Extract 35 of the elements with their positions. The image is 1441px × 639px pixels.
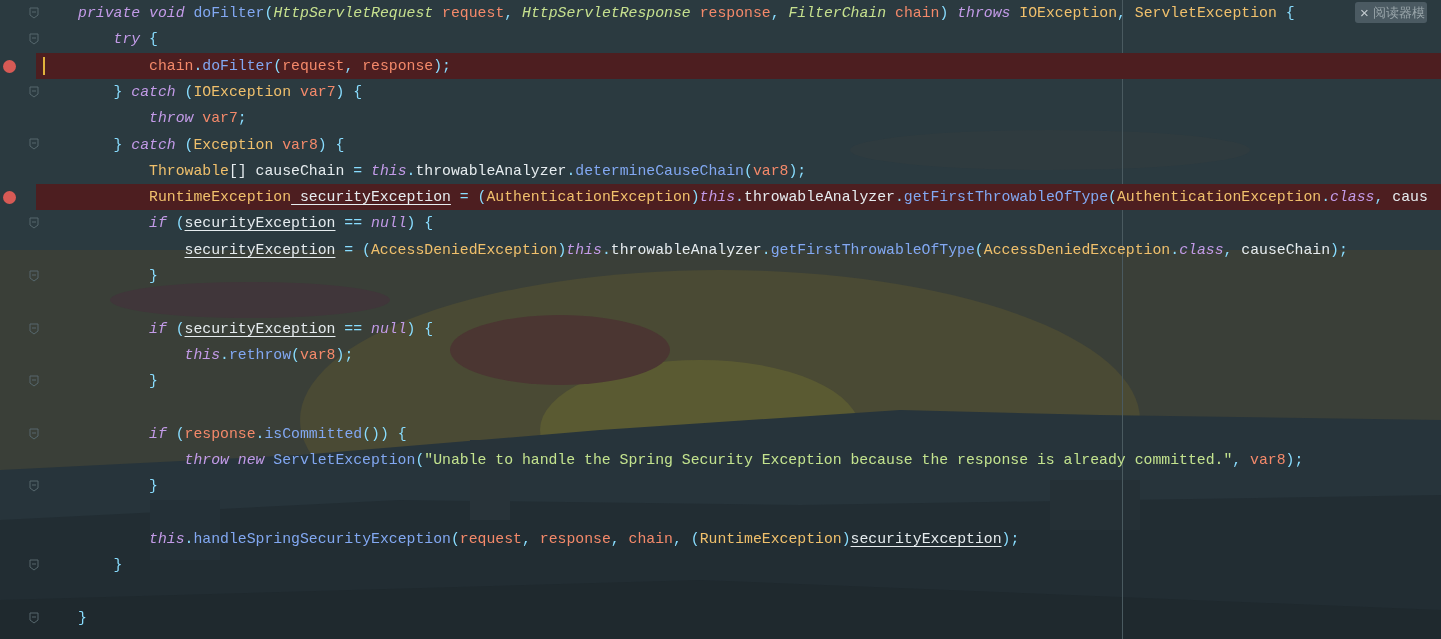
fold-icon[interactable] xyxy=(29,33,39,46)
code-line: chain.doFilter(request, response); xyxy=(149,56,451,76)
close-icon[interactable]: × xyxy=(1360,5,1369,20)
code-line: } xyxy=(149,267,158,286)
fold-icon[interactable] xyxy=(29,559,39,572)
code-line: this.rethrow(var8); xyxy=(184,345,354,365)
code-line: if (securityException == null) { xyxy=(149,319,434,339)
fold-icon[interactable] xyxy=(29,85,39,98)
code-line: } xyxy=(149,372,158,392)
code-line: } xyxy=(149,477,158,497)
reader-mode-badge[interactable]: × 阅读器模 xyxy=(1355,2,1427,23)
code-line: if (securityException == null) { xyxy=(149,214,434,234)
badge-label: 阅读器模 xyxy=(1372,6,1425,19)
fold-icon[interactable] xyxy=(29,7,39,19)
code-line: private void doFilter(HttpServletRequest request, HttpServletResponse response, FilterChain chain) throws IOException, ServletException { xyxy=(78,4,1295,24)
code-line: if (response.isCommitted()) { xyxy=(149,424,407,444)
fold-icon[interactable] xyxy=(29,611,39,624)
fold-icon[interactable] xyxy=(29,375,39,388)
code-line: throw var7; xyxy=(149,109,247,129)
code-line: securityException = (AccessDeniedException)this.throwableAnalyzer.getFirstThrowableOfType(AccessDeniedException.class, causeChain); xyxy=(184,240,1348,260)
code-line: } catch (Exception var8) { xyxy=(113,135,345,155)
fold-icon[interactable] xyxy=(29,269,39,282)
fold-icon[interactable] xyxy=(29,217,39,230)
code-line: try { xyxy=(113,30,158,50)
code-line: } xyxy=(113,556,123,576)
code-line: } catch (IOException var7) { xyxy=(113,82,363,102)
fold-icon[interactable] xyxy=(29,138,39,151)
code-line: Throwable[] causeChain = this.throwableAnalyzer.determineCauseChain(var8); xyxy=(149,161,807,181)
code-line: RuntimeException securityException = (AuthenticationException)this.throwableAnalyzer.getFirstThrowableOfType(AuthenticationException.class, caus xyxy=(149,188,1428,208)
fold-icon[interactable] xyxy=(29,322,39,335)
fold-icon[interactable] xyxy=(29,427,39,440)
code-line: throw new ServletException("Unable to handle the Spring Security Exception because the response is already committed.", var8); xyxy=(184,451,1304,471)
code-line: } xyxy=(78,608,87,628)
fold-icon[interactable] xyxy=(29,480,39,493)
code-line: this.handleSpringSecurityException(request, response, chain, (RuntimeException)securityException); xyxy=(149,530,1020,549)
